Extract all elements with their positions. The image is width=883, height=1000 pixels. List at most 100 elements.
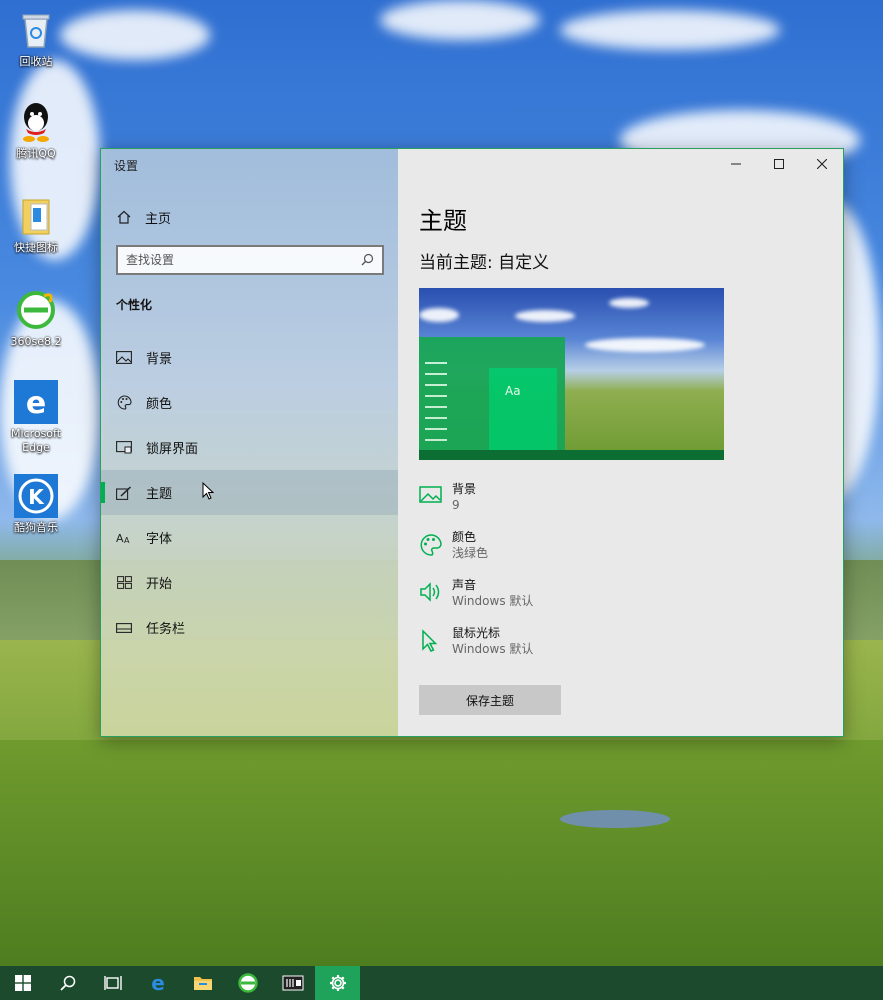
desktop-icon-label: 360se8.2 (10, 335, 62, 348)
close-icon (816, 159, 827, 169)
wallpaper-cloud (380, 0, 540, 40)
minimize-button[interactable] (714, 149, 757, 179)
property-value: 浅绿色 (452, 546, 489, 560)
nav-home[interactable]: 主页 (101, 204, 398, 230)
property-value: Windows 默认 (452, 642, 534, 656)
desktop-icon-recycle-bin[interactable]: 回收站 (4, 8, 68, 69)
nav-list: 背景 颜色 锁屏界面 主题 AA 字体 开始 任务栏 (101, 335, 398, 650)
themes-page: 主题 当前主题: 自定义 Aa 背景 9 颜色 浅绿色 声音 Windows 默… (398, 149, 843, 736)
sidebar-item-background[interactable]: 背景 (101, 335, 398, 380)
start-button[interactable] (0, 966, 45, 1000)
sidebar-item-taskbar[interactable]: 任务栏 (101, 605, 398, 650)
taskbar-settings[interactable] (315, 966, 360, 1000)
lock-screen-icon (116, 441, 132, 455)
desktop-icon-kugou[interactable]: K 酷狗音乐 (4, 474, 68, 535)
wallpaper-cloud (560, 10, 780, 50)
sidebar-item-start[interactable]: 开始 (101, 560, 398, 605)
360-browser-icon (14, 288, 58, 332)
search-icon[interactable] (361, 251, 374, 270)
theme-properties: 背景 9 颜色浅绿色 声音 Windows 默认 鼠标光标 Windows 默认 (419, 481, 533, 673)
file-explorer-icon (193, 977, 212, 990)
preview-cloud (609, 298, 649, 308)
property-mouse-cursor[interactable]: 鼠标光标 Windows 默认 (419, 625, 533, 673)
settings-gear-icon (329, 975, 346, 991)
sidebar-item-fonts[interactable]: AA 字体 (101, 515, 398, 560)
nav-home-label: 主页 (145, 211, 172, 227)
svg-text:e: e (26, 386, 46, 421)
taskbar-file-explorer[interactable] (180, 966, 225, 1000)
search-box[interactable] (116, 245, 384, 275)
taskbar-icon (116, 621, 132, 635)
media-player-icon (282, 975, 303, 991)
sidebar-item-label: 开始 (146, 577, 173, 592)
picture-icon (116, 351, 132, 365)
task-view-button[interactable] (90, 966, 135, 1000)
property-background[interactable]: 背景 9 (419, 481, 533, 529)
desktop-icon-label: 酷狗音乐 (14, 521, 58, 534)
folder-icon (14, 194, 58, 238)
desktop-icon-edge[interactable]: e Microsoft Edge (4, 380, 68, 455)
preview-tiles: Aa (489, 368, 557, 450)
close-button[interactable] (800, 149, 843, 179)
search-button[interactable] (45, 966, 90, 1000)
desktop-icon-360se[interactable]: 360se8.2 (4, 288, 68, 349)
property-sounds[interactable]: 声音 Windows 默认 (419, 577, 533, 625)
preview-cloud (419, 308, 459, 322)
sidebar-item-label: 背景 (146, 352, 173, 367)
preview-cloud (515, 310, 575, 322)
page-title: 主题 (419, 207, 467, 235)
sidebar-item-colors[interactable]: 颜色 (101, 380, 398, 425)
recycle-bin-icon (14, 8, 58, 52)
search-input[interactable] (126, 253, 361, 267)
section-title: 个性化 (116, 298, 153, 312)
taskbar-media-player[interactable] (270, 966, 315, 1000)
taskbar: e (0, 966, 883, 1000)
sidebar-item-label: 颜色 (146, 397, 173, 412)
property-value: Windows 默认 (452, 594, 534, 608)
desktop-icon-qq[interactable]: 腾讯QQ (4, 100, 68, 161)
settings-window: 设置 主页 个性化 背景 颜色 锁屏界面 (100, 148, 844, 737)
task-view-icon (103, 976, 122, 990)
maximize-button[interactable] (757, 149, 800, 179)
property-title: 颜色 (452, 530, 477, 544)
svg-text:A: A (124, 536, 130, 545)
desktop-icon-label: 腾讯QQ (16, 147, 56, 160)
theme-brush-icon (116, 485, 132, 500)
start-grid-icon (116, 576, 132, 590)
sidebar-item-lock-screen[interactable]: 锁屏界面 (101, 425, 398, 470)
edge-icon: e (14, 380, 58, 424)
caption-buttons (714, 149, 843, 179)
property-title: 鼠标光标 (452, 626, 501, 640)
palette-icon (116, 395, 132, 410)
picture-icon (419, 481, 452, 529)
desktop-icon-label: 回收站 (19, 55, 53, 68)
preview-taskbar (419, 450, 724, 460)
maximize-icon (773, 159, 784, 169)
taskbar-edge[interactable]: e (135, 966, 180, 1000)
svg-text:e: e (151, 973, 165, 993)
svg-text:K: K (28, 485, 45, 509)
preview-tile-text: Aa (505, 384, 521, 398)
sidebar-item-themes[interactable]: 主题 (101, 470, 398, 515)
taskbar-360-browser[interactable] (225, 966, 270, 1000)
save-theme-button[interactable]: 保存主题 (419, 685, 561, 715)
preview-cloud (585, 338, 705, 352)
property-value: 9 (452, 498, 460, 512)
theme-preview[interactable]: Aa (419, 288, 724, 460)
speaker-icon (419, 577, 452, 625)
home-icon (117, 210, 131, 224)
desktop-icon-shortcuts-folder[interactable]: 快捷图标 (4, 194, 68, 255)
wallpaper-pond (560, 810, 670, 828)
property-title: 声音 (452, 578, 477, 592)
sidebar-item-label: 主题 (146, 487, 173, 502)
desktop-icon-label: Microsoft Edge (10, 427, 62, 454)
search-icon (59, 975, 75, 991)
kugou-icon: K (14, 474, 58, 518)
minimize-icon (730, 163, 741, 165)
sidebar-item-label: 锁屏界面 (146, 442, 199, 457)
property-color[interactable]: 颜色 浅绿色 (419, 529, 533, 577)
current-theme-label: 当前主题: 自定义 (419, 253, 550, 273)
qq-icon (14, 100, 58, 144)
palette-icon (419, 529, 452, 577)
wallpaper-grass (0, 740, 883, 966)
